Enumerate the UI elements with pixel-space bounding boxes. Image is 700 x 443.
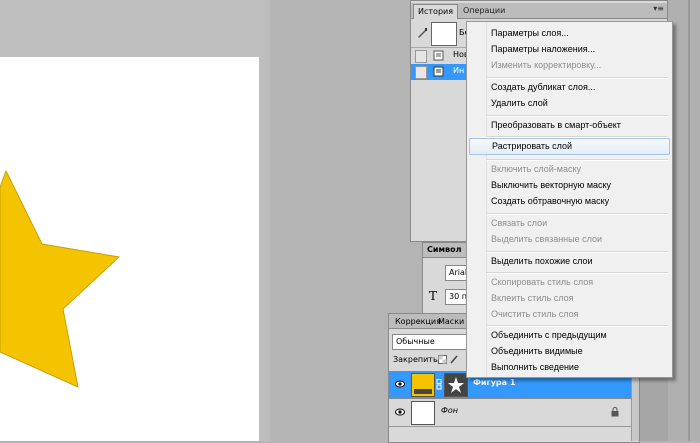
lock-transparency-icon[interactable] [438,355,447,364]
menu-item-convert-smart-object[interactable]: Преобразовать в смарт-объект [469,117,670,134]
layers-scrollbar[interactable] [631,371,639,441]
menu-item-blending-options[interactable]: Параметры наложения... [469,41,670,58]
blend-mode-select[interactable]: Обычные [392,334,467,350]
menu-item-create-clipping-mask[interactable]: Создать обтравочную маску [469,193,670,210]
menu-item-clear-layer-style[interactable]: Очистить стиль слоя [469,306,670,323]
menu-item-select-linked-layers[interactable]: Выделить связанные слои [469,231,670,248]
tab-actions[interactable]: Операции [459,4,509,18]
menu-item-merge-visible[interactable]: Объединить видимые [469,343,670,360]
menu-item-link-layers[interactable]: Связать слои [469,215,670,232]
menu-item-enable-layer-mask[interactable]: Включить слой-маску [469,161,670,178]
menu-item-layer-properties[interactable]: Параметры слоя... [469,25,670,42]
menu-item-copy-layer-style[interactable]: Скопировать стиль слоя [469,274,670,291]
lock-label: Закрепить: [393,355,441,364]
tab-masks[interactable]: Маски [435,315,467,328]
eye-icon[interactable] [395,379,405,389]
history-state-label: Ин [453,66,465,75]
layer-row-background[interactable]: Фон [389,399,631,427]
workspace-divider [688,0,690,441]
vector-mask-thumbnail[interactable] [444,373,468,397]
snapshot-thumbnail [431,22,457,46]
tab-character[interactable]: Символ [427,245,461,254]
document-canvas[interactable] [0,57,259,441]
history-state-icon [433,66,444,77]
history-brush-source-checkbox[interactable] [415,50,427,63]
lock-pixels-icon[interactable] [450,355,459,364]
tab-history[interactable]: История [413,4,459,19]
brush-icon [418,28,427,38]
lock-icon [611,407,619,417]
layer-thumbnail [411,373,435,397]
menu-item-merge-down[interactable]: Объединить с предыдущим [469,327,670,344]
menu-item-duplicate-layer[interactable]: Создать дубликат слоя... [469,79,670,96]
menu-item-delete-layer[interactable]: Удалить слой [469,95,670,112]
layer-name: Фон [441,406,459,415]
layer-context-menu: Параметры слоя... Параметры наложения...… [466,21,673,378]
history-state-icon [433,50,444,61]
layer-thumbnail [411,401,435,425]
history-brush-source-checkbox[interactable] [415,66,427,79]
history-tabbar: История Операции ▾≡ [411,3,667,19]
menu-item-rasterize-layer[interactable]: Растрировать слой [469,138,670,155]
menu-item-disable-vector-mask[interactable]: Выключить векторную маску [469,177,670,194]
menu-item-edit-adjustment[interactable]: Изменить корректировку... [469,57,670,74]
menu-item-select-similar-layers[interactable]: Выделить похожие слои [469,253,670,270]
star-shape[interactable] [0,57,259,441]
star-mask-icon [448,377,464,393]
chain-link-icon [436,379,442,390]
panel-menu-icon[interactable]: ▾≡ [653,4,664,13]
menu-item-flatten-image[interactable]: Выполнить сведение [469,359,670,376]
eye-icon[interactable] [395,407,405,417]
font-size-icon: T [429,289,438,303]
layer-name: Фигура 1 [473,378,516,387]
menu-item-paste-layer-style[interactable]: Вклеить стиль слоя [469,290,670,307]
